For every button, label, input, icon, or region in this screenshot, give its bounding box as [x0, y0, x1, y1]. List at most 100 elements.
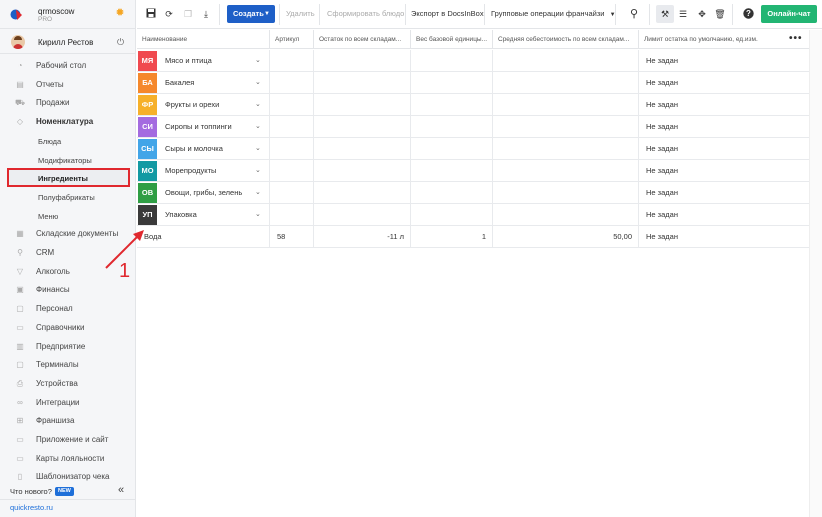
- sidebar-subitem[interactable]: Блюда: [0, 132, 136, 150]
- search-icon[interactable]: ⚲: [628, 8, 640, 20]
- column-header-name[interactable]: Наименование: [137, 30, 270, 49]
- sidebar-item[interactable]: ◇ Номенклатура: [0, 113, 136, 131]
- sidebar-item[interactable]: ▣ Финансы: [0, 281, 136, 299]
- collapse-sidebar-icon[interactable]: «: [118, 484, 124, 496]
- empty-cell: [314, 138, 411, 160]
- empty-cell: [314, 160, 411, 182]
- group-name: Фрукты и орехи: [165, 100, 220, 109]
- empty-cell: [270, 50, 314, 72]
- org-name: qrmoscow: [38, 7, 75, 16]
- column-header-stock[interactable]: Остаток по всем складам...: [314, 30, 411, 49]
- chevron-down-icon[interactable]: ⌄: [255, 160, 261, 182]
- chevron-down-icon[interactable]: ⌄: [255, 182, 261, 204]
- table-row[interactable]: МО Морепродукты ⌄ Не задан: [137, 160, 809, 182]
- table-row[interactable]: ОВ Овощи, грибы, зелень ⌄ Не задан: [137, 182, 809, 204]
- empty-cell: [493, 160, 639, 182]
- table-row[interactable]: Вода 58 -11 л 1 50,00 Не задан: [137, 226, 809, 248]
- column-header-cost[interactable]: Средняя себестоимость по всем складам...: [493, 30, 639, 49]
- table-row[interactable]: УП Упаковка ⌄ Не задан: [137, 204, 809, 226]
- help-icon[interactable]: ?: [742, 8, 754, 20]
- group-tag: УП: [138, 205, 157, 225]
- column-header-limit[interactable]: Лимит остатка по умолчанию, ед.изм.: [639, 30, 789, 49]
- sidebar-item[interactable]: ∞ Интеграции: [0, 394, 136, 412]
- empty-cell: [493, 204, 639, 226]
- terminal-icon: ▢: [16, 360, 24, 370]
- create-button[interactable]: Создать ▼: [227, 5, 275, 23]
- divider: [319, 4, 320, 25]
- sidebar-subitem[interactable]: Ингредиенты: [0, 169, 136, 187]
- sidebar-subitem-label: Меню: [38, 211, 59, 221]
- divider: [484, 4, 485, 25]
- table-row[interactable]: СЫ Сыры и молочка ⌄ Не задан: [137, 138, 809, 160]
- create-label: Создать: [233, 9, 264, 18]
- sidebar-subitem[interactable]: Меню: [0, 207, 136, 225]
- sidebar-item[interactable]: ▽ Алкоголь: [0, 263, 136, 281]
- chevron-down-icon[interactable]: ⌄: [255, 72, 261, 94]
- delete-button[interactable]: Удалить: [281, 5, 320, 23]
- table-row[interactable]: МЯ Мясо и птица ⌄ Не задан: [137, 50, 809, 72]
- save-icon[interactable]: [145, 8, 157, 20]
- brand-header[interactable]: qrmoscow PRO ✹: [0, 0, 136, 29]
- export-docsinbox-button[interactable]: Экспорт в DocsInBox: [406, 5, 489, 23]
- empty-cell: [270, 160, 314, 182]
- empty-cell: [411, 182, 493, 204]
- chevron-down-icon[interactable]: ⌄: [255, 138, 261, 160]
- sidebar-item[interactable]: ▦ Складские документы: [0, 225, 136, 243]
- sidebar-subitem[interactable]: Полуфабрикаты: [0, 188, 136, 206]
- empty-cell: [270, 138, 314, 160]
- group-limit: Не задан: [646, 144, 678, 153]
- download-icon[interactable]: ⤓: [200, 8, 212, 20]
- form-dish-button[interactable]: Сформировать блюдо: [322, 5, 409, 23]
- site-link[interactable]: quickresto.ru: [10, 503, 53, 512]
- chevron-down-icon[interactable]: ⌄: [255, 116, 261, 138]
- power-icon[interactable]: ⏻: [117, 37, 124, 48]
- avatar[interactable]: [11, 35, 25, 49]
- chevron-down-icon[interactable]: ⌄: [255, 50, 261, 72]
- sidebar-item-label: Устройства: [36, 378, 78, 388]
- empty-cell: [411, 160, 493, 182]
- sidebar-item[interactable]: ▭ Справочники: [0, 319, 136, 337]
- tools-icon[interactable]: ⚒: [659, 8, 671, 20]
- franchise-icon: ⊞: [16, 416, 24, 426]
- refresh-icon[interactable]: ⟳: [163, 8, 175, 20]
- list-icon[interactable]: ☰: [677, 8, 689, 20]
- sidebar-item[interactable]: ⊞ Франшиза: [0, 412, 136, 430]
- sidebar-subitem-label: Модификаторы: [38, 155, 92, 165]
- sidebar-item[interactable]: ⎙ Устройства: [0, 375, 136, 393]
- column-header-weight[interactable]: Вес базовой единицы...: [411, 30, 493, 49]
- group-tag: ФР: [138, 95, 157, 115]
- sidebar-item[interactable]: ▭ Приложение и сайт: [0, 431, 136, 449]
- whats-new-link[interactable]: Что нового?: [10, 487, 52, 496]
- chevron-down-icon[interactable]: ⌄: [255, 94, 261, 116]
- sidebar-item[interactable]: ⛟ Продажи: [0, 94, 136, 112]
- sidebar-item[interactable]: ▢ Терминалы: [0, 356, 136, 374]
- group-ops-label: Групповые операции франчайзи: [491, 9, 605, 18]
- table-row[interactable]: БА Бакалея ⌄ Не задан: [137, 72, 809, 94]
- copy-icon[interactable]: ❐: [182, 8, 194, 20]
- group-name: Упаковка: [165, 210, 197, 219]
- move-icon[interactable]: ✥: [696, 8, 708, 20]
- table-row[interactable]: СИ Сиропы и топпинги ⌄ Не задан: [137, 116, 809, 138]
- group-name: Мясо и птица: [165, 56, 212, 65]
- sidebar-item[interactable]: ▢ Персонал: [0, 300, 136, 318]
- scrollbar[interactable]: [809, 30, 822, 517]
- online-chat-button[interactable]: Онлайн-чат: [761, 5, 817, 23]
- app-icon: ▭: [16, 435, 24, 444]
- sidebar-item[interactable]: ▯ Шаблонизатор чека: [0, 468, 136, 486]
- column-header-article[interactable]: Артикул: [270, 30, 314, 49]
- group-tag: ОВ: [138, 183, 157, 203]
- theme-sun-icon[interactable]: ✹: [114, 7, 126, 19]
- empty-cell: [493, 182, 639, 204]
- sidebar-item[interactable]: ▥ Предприятие: [0, 338, 136, 356]
- empty-cell: [411, 94, 493, 116]
- group-ops-button[interactable]: Групповые операции франчайзи ▼: [486, 5, 621, 23]
- sidebar-item[interactable]: ▤ Отчеты: [0, 76, 136, 94]
- sidebar-subitem[interactable]: Модификаторы: [0, 151, 136, 169]
- more-options-icon[interactable]: •••: [789, 30, 803, 49]
- trash-icon[interactable]: 🗑: [714, 8, 726, 20]
- sidebar-item[interactable]: ▭ Карты лояльности: [0, 450, 136, 468]
- sidebar-item[interactable]: ◔ Рабочий стол: [0, 57, 136, 75]
- chevron-down-icon[interactable]: ⌄: [255, 204, 261, 226]
- sidebar-item[interactable]: ⚲ CRM: [0, 244, 136, 262]
- table-row[interactable]: ФР Фрукты и орехи ⌄ Не задан: [137, 94, 809, 116]
